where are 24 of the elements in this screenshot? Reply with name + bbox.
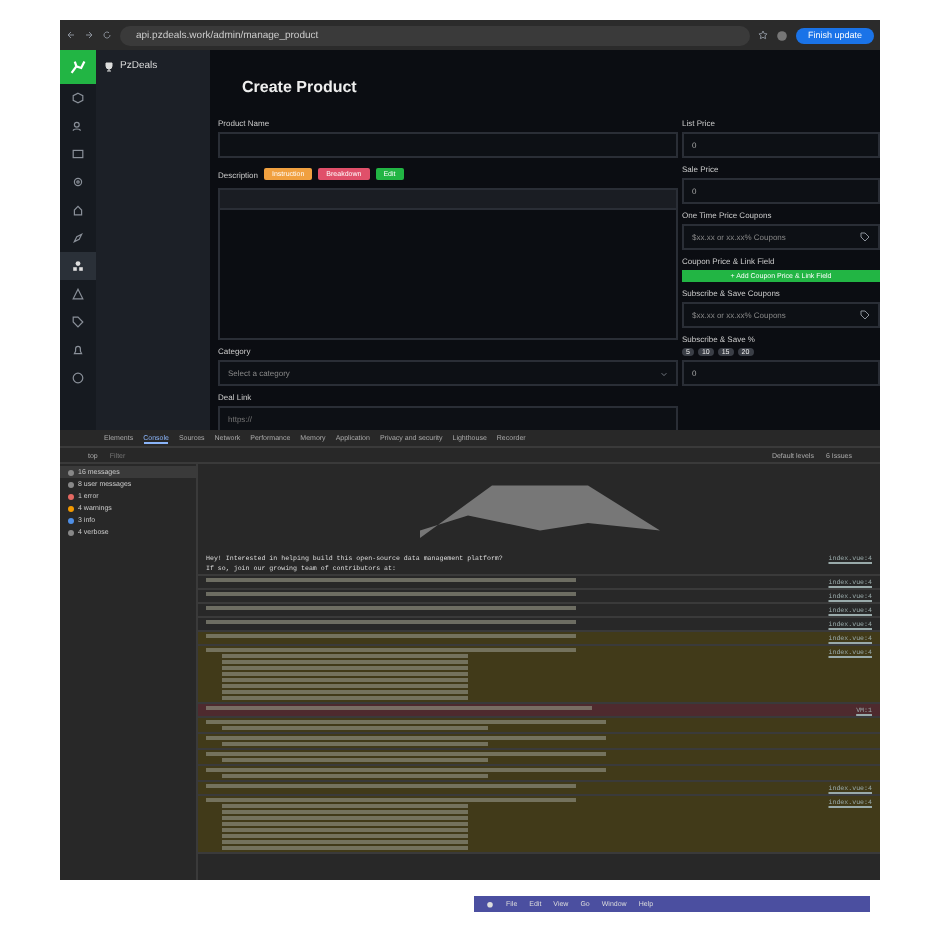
star-icon[interactable] [757,30,768,40]
cube-icon [72,92,84,104]
gear-icon [72,176,84,188]
shapes-icon [72,260,84,272]
trophy-icon [104,61,114,71]
page-title: Create Product [242,78,359,96]
profile-icon[interactable] [775,29,788,41]
circle-icon [72,372,84,384]
forward-icon[interactable] [84,30,94,40]
logo-tile[interactable] [60,50,96,84]
tag-icon [860,232,870,242]
chevron-down-icon [660,369,668,377]
users-icon [72,120,84,132]
rocket-icon [72,232,84,244]
input-field[interactable] [218,132,678,158]
tag-icon [860,310,870,320]
folder-icon [72,148,84,160]
reload-icon[interactable] [102,30,112,40]
rail-item[interactable] [60,252,96,280]
warning-icon [72,288,84,300]
tag-icon [72,316,84,328]
bell-icon [72,344,84,356]
back-icon[interactable] [66,30,76,40]
home-icon [72,204,84,216]
